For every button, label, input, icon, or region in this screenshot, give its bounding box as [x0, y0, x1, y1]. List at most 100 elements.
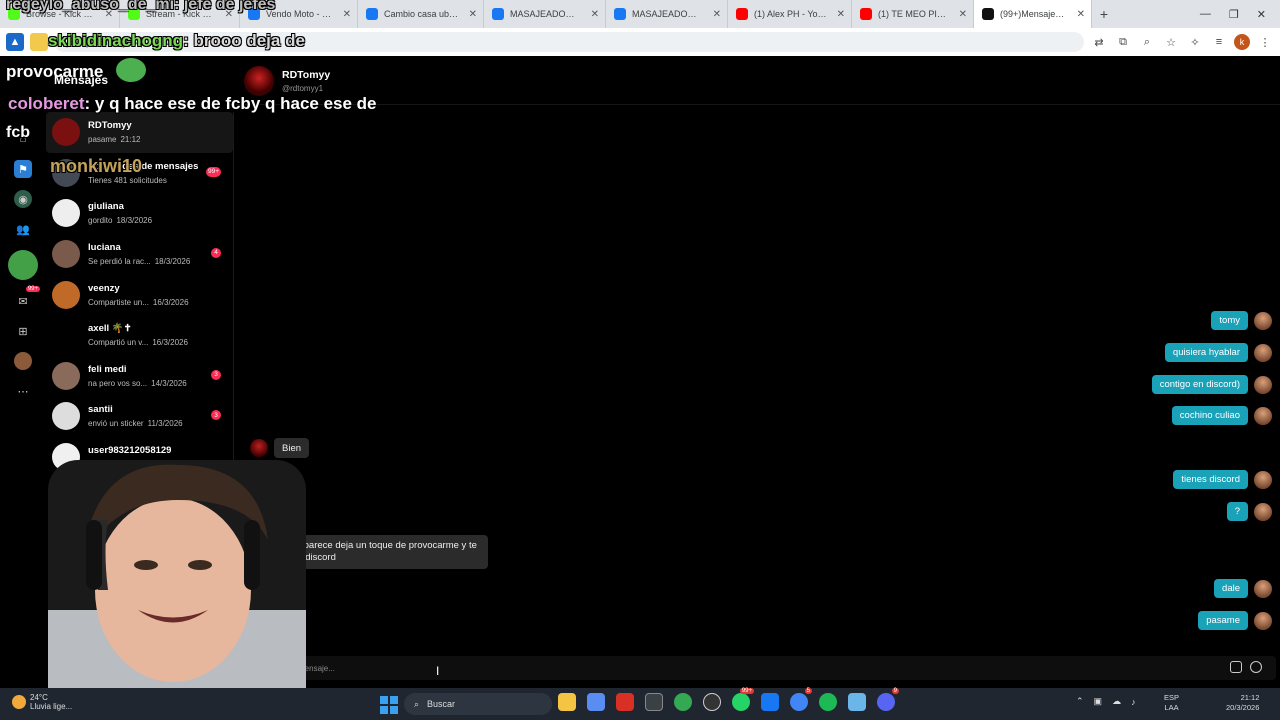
conversation-preview-line: Tienes 481 solicitudes	[88, 176, 198, 185]
my-avatar[interactable]	[1254, 580, 1272, 598]
tab-close-icon[interactable]: ✕	[959, 9, 967, 20]
conversation-preview-line: envió un sticker 11/3/2026	[88, 419, 183, 428]
received-message[interactable]: Si te parece deja un toque de provocarme…	[274, 535, 488, 569]
browser-tab[interactable]: Cambio casa ubicada... ✕	[358, 0, 484, 28]
emoji-icon[interactable]	[1250, 661, 1262, 673]
sent-message[interactable]: pasame	[1198, 611, 1248, 630]
following-icon[interactable]: 👥	[14, 220, 32, 238]
my-avatar[interactable]	[1254, 471, 1272, 489]
tray-app-icon[interactable]: ▣	[1094, 696, 1103, 707]
conversation-item[interactable]: giuliana gordito 18/3/2026	[46, 193, 233, 234]
browser-tab[interactable]: MASAJEADOR ÍNTIM... ✕	[484, 0, 606, 28]
new-tab-icon[interactable]: +	[1092, 6, 1116, 22]
message-input[interactable]: Mensaje...	[236, 656, 1276, 680]
mic-icon[interactable]: ♪	[1131, 697, 1136, 707]
conversation-item[interactable]: luciana Se perdió la rac... 18/3/2026 4	[46, 234, 233, 275]
obs-icon[interactable]	[703, 693, 721, 711]
tab-close-icon[interactable]: ✕	[713, 9, 721, 20]
tab-title: Vendo Moto - Motor...	[266, 9, 333, 19]
cloud-icon[interactable]: ☁	[1112, 696, 1121, 707]
my-avatar[interactable]	[1254, 376, 1272, 394]
media-control-icon[interactable]: ≡	[1210, 33, 1228, 51]
sent-message[interactable]: ?	[1226, 502, 1248, 521]
facebook-icon[interactable]	[761, 693, 779, 711]
whatsapp-icon[interactable]: 99+	[732, 688, 754, 711]
conversation-item[interactable]: RDTomyy pasame 21:12	[46, 112, 233, 153]
tab-close-icon[interactable]: ✕	[1077, 9, 1085, 20]
close-window-icon[interactable]: ✕	[1257, 8, 1266, 21]
inbox-icon[interactable]: ✉ 99+	[14, 286, 40, 310]
weather-widget[interactable]: 24°C Lluvia lige...	[12, 693, 72, 711]
browser-tab[interactable]: (1) TE MEO PIÑERA K... ✕	[852, 0, 974, 28]
window-controls: — ❐ ✕	[1200, 8, 1280, 21]
conversation-avatar	[52, 280, 80, 309]
chat-avatar[interactable]	[244, 66, 274, 96]
sent-message[interactable]: tienes discord	[1173, 470, 1248, 489]
bookmark-star-icon[interactable]: ☆	[1162, 33, 1180, 51]
tab-close-icon[interactable]: ✕	[469, 9, 477, 20]
clock-date: 20/3/2026	[1226, 703, 1260, 712]
stream-chat-url-msg: : brooo deja de	[183, 31, 305, 50]
live-icon[interactable]: ◉	[14, 190, 32, 208]
tab-close-icon[interactable]: ✕	[591, 9, 599, 20]
copilot-icon[interactable]	[587, 693, 605, 711]
taskbar-search[interactable]: ⌕ Buscar	[404, 693, 552, 715]
tray-chevron-icon[interactable]: ⌃	[1076, 696, 1084, 707]
browser-tab[interactable]: (99+)Mensajes | TikTo... ✕	[974, 0, 1092, 28]
conversation-item[interactable]: feli medi na pero vos so... 14/3/2026 3	[46, 356, 233, 397]
my-avatar[interactable]	[1254, 503, 1272, 521]
stream-chat-top-user: regeylo_abuso_de_mi	[6, 0, 175, 13]
conversation-text: santii envió un sticker 11/3/2026	[88, 404, 183, 428]
my-avatar[interactable]	[1254, 312, 1272, 330]
language-indicator[interactable]: ESP LAA	[1164, 693, 1179, 713]
browser-menu-icon[interactable]: ⋮	[1256, 33, 1274, 51]
sent-message[interactable]: contigo en discord)	[1151, 375, 1248, 394]
install-app-icon[interactable]: ⧉	[1114, 33, 1132, 51]
conversation-item[interactable]: santii envió un sticker 11/3/2026 3	[46, 396, 233, 437]
extensions-puzzle-icon[interactable]: ✧	[1186, 33, 1204, 51]
minimize-icon[interactable]: —	[1200, 8, 1211, 21]
sent-message[interactable]: tomy	[1211, 311, 1248, 330]
browser-tab[interactable]: MASAJEADOR ÍNTIM... ✕	[606, 0, 728, 28]
upload-icon[interactable]: ⊞	[14, 322, 32, 340]
search-icon: ⌕	[414, 698, 420, 709]
notepad-icon[interactable]	[848, 693, 866, 711]
stream-chat-url: skibidinachogng: brooo deja de	[48, 31, 305, 51]
zoom-icon[interactable]: ⌕	[1138, 33, 1156, 51]
profile-icon[interactable]	[14, 352, 32, 370]
maximize-icon[interactable]: ❐	[1229, 8, 1239, 21]
conversation-date: 16/3/2026	[152, 338, 188, 348]
conversation-item[interactable]: axell 🌴✝ Compartió un v... 16/3/2026	[46, 315, 233, 356]
explore-icon[interactable]: ⚑	[14, 160, 32, 178]
my-avatar[interactable]	[1254, 344, 1272, 362]
chat-header[interactable]: RDTomyy @rdtomyy1	[244, 66, 330, 96]
sent-message[interactable]: dale	[1214, 579, 1248, 598]
sent-message[interactable]: cochino culiao	[1171, 406, 1248, 425]
extension-icon[interactable]	[30, 33, 48, 51]
chrome-icon[interactable]	[674, 693, 692, 711]
received-message[interactable]: Bien	[274, 438, 310, 458]
tab-favicon-icon	[492, 8, 504, 20]
browser-tab[interactable]: (1) Alex PH - YouTub... ✕	[728, 0, 852, 28]
my-avatar[interactable]	[1254, 407, 1272, 425]
discord-icon[interactable]: 9	[877, 688, 899, 711]
contact-avatar[interactable]	[250, 439, 268, 457]
sent-message[interactable]: quisiera hyablar	[1164, 343, 1248, 362]
conversation-avatar	[52, 361, 80, 390]
translate-icon[interactable]: ⇄	[1090, 33, 1108, 51]
store-icon[interactable]	[645, 693, 663, 711]
image-upload-icon[interactable]	[1230, 661, 1242, 673]
chrome-active-icon[interactable]: 5	[790, 688, 812, 711]
tab-close-icon[interactable]: ✕	[343, 9, 351, 20]
more-icon[interactable]: ⋯	[14, 382, 32, 400]
conversation-item[interactable]: veenzy Compartiste un... 16/3/2026	[46, 274, 233, 315]
file-explorer-icon[interactable]	[558, 693, 576, 711]
tab-close-icon[interactable]: ✕	[837, 9, 845, 20]
my-avatar[interactable]	[1254, 612, 1272, 630]
start-button-icon[interactable]	[380, 696, 398, 714]
wps-icon[interactable]	[616, 693, 634, 711]
taskbar-clock[interactable]: 21:12 20/3/2026	[1226, 693, 1259, 713]
unread-badge: 3	[211, 410, 221, 421]
profile-avatar[interactable]: k	[1234, 34, 1250, 50]
spotify-icon[interactable]	[819, 693, 837, 711]
